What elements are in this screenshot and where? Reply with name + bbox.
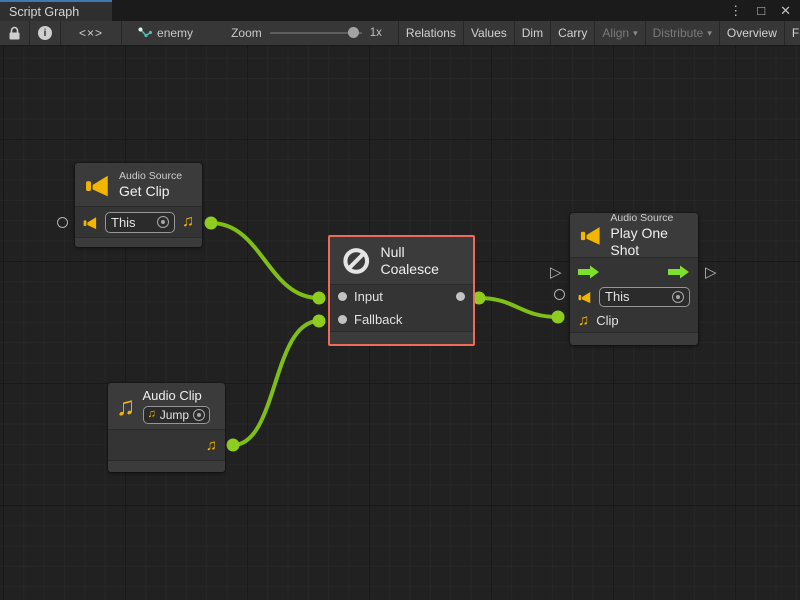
audio-source-icon [578,290,592,304]
unity-visual-scripting-window: Script Graph ⋮ □ ✕ i <×> [0,0,800,600]
values-button[interactable]: Values [463,21,514,45]
graph-name: enemy [157,26,193,40]
carry-button[interactable]: Carry [550,21,594,45]
fallback-port[interactable] [338,315,347,324]
flow-out-port-triangle[interactable]: ▷ [705,265,717,280]
input-port[interactable] [338,292,347,301]
wire-getclip-to-input [211,223,319,298]
audio-source-icon [83,215,98,230]
play-one-shot-target-port[interactable] [554,289,565,300]
node-audio-clip[interactable]: ♫ Audio Clip ♫ Jump ♫ [108,383,225,472]
node-title: Get Clip [119,183,182,200]
music-note-icon: ♫ [182,214,194,230]
graph-breadcrumb[interactable]: enemy [122,21,203,45]
dropdown-arrow-icon: ▾ [633,28,638,39]
graph-toolbar: i <×> enemy Zoom 1x Relations [0,21,800,46]
code-preview-button[interactable]: <×> [61,21,122,45]
music-note-icon: ♫ [116,393,136,419]
code-icon: <×> [79,26,103,40]
get-clip-target-port[interactable] [57,217,68,228]
node-title: Play One Shot [610,225,688,259]
info-icon: i [38,26,52,40]
clip-label: Clip [596,313,618,328]
tab-title: Script Graph [9,5,79,19]
maximize-icon[interactable]: □ [757,4,765,17]
node-title: Null Coalesce [380,244,463,278]
flow-out-arrow-icon[interactable] [668,265,690,279]
node-get-clip[interactable]: Audio Source Get Clip This ♫ [75,163,202,247]
flow-in-arrow-icon[interactable] [578,265,600,279]
zoom-slider-handle[interactable] [348,27,359,38]
node-title: Audio Clip [143,388,211,404]
null-coalesce-icon [340,244,372,278]
distribute-button: Distribute ▾ [645,21,719,45]
zoom-value: 1x [370,27,382,39]
flow-in-port-triangle[interactable]: ▷ [550,265,562,280]
input-label: Input [354,289,383,304]
zoom-label: Zoom [231,26,262,40]
music-note-icon: ♫ [148,409,156,420]
this-target-field[interactable]: This [105,212,175,233]
dim-button[interactable]: Dim [514,21,550,45]
this-target-field[interactable]: This [599,287,690,307]
music-note-icon: ♫ [206,438,217,453]
audio-source-icon [85,172,111,198]
kebab-menu-icon[interactable]: ⋮ [729,4,742,17]
align-button: Align ▾ [594,21,644,45]
close-icon[interactable]: ✕ [780,4,791,17]
dropdown-arrow-icon: ▾ [707,28,712,39]
result-port[interactable] [456,292,465,301]
inspect-button[interactable]: i [30,21,61,45]
node-subtitle: Audio Source [610,212,688,225]
node-subtitle: Audio Source [119,170,182,183]
full-screen-button[interactable]: Full Screen [784,21,800,45]
graph-icon [138,27,152,40]
overview-button[interactable]: Overview [719,21,784,45]
audio-clip-field[interactable]: ♫ Jump [143,406,211,424]
lock-icon [8,26,21,40]
music-note-icon: ♫ [578,313,589,328]
object-picker-icon[interactable] [193,409,205,421]
wire-audioclip-to-fallback [233,321,319,445]
relations-button[interactable]: Relations [398,21,463,45]
wire-output-to-clip [479,298,558,317]
tab-script-graph[interactable]: Script Graph [0,0,112,21]
lock-button[interactable] [0,21,30,45]
title-bar: Script Graph ⋮ □ ✕ [0,0,800,21]
object-picker-icon[interactable] [157,216,169,228]
fallback-label: Fallback [354,312,402,327]
graph-canvas[interactable]: Audio Source Get Clip This ♫ [0,46,800,600]
audio-source-icon [580,222,602,248]
object-picker-icon[interactable] [672,291,684,303]
zoom-slider[interactable] [270,27,362,39]
node-play-one-shot[interactable]: Audio Source Play One Shot [570,213,698,345]
node-null-coalesce[interactable]: Null Coalesce Input Fallback [328,235,475,346]
